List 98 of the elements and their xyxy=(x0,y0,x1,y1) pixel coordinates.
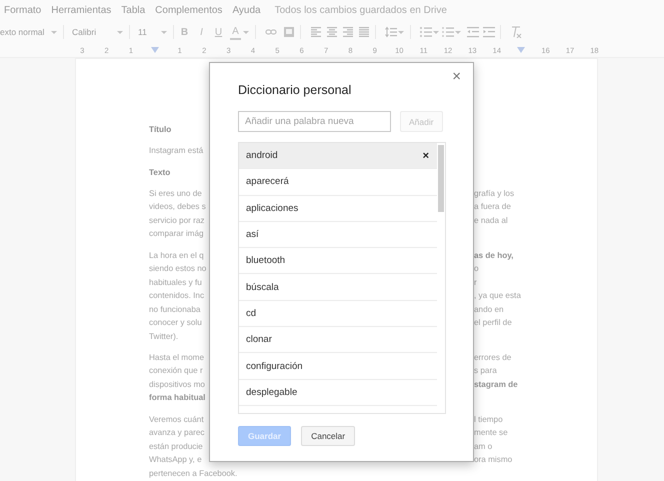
word-item[interactable]: bluetooth xyxy=(239,248,437,274)
word-item[interactable]: clonar xyxy=(239,327,437,354)
document-text: r xyxy=(474,278,477,287)
word-item[interactable]: así xyxy=(239,222,437,248)
save-status: Todos los cambios guardados en Drive xyxy=(274,5,447,16)
word-item[interactable]: configuración xyxy=(239,353,437,380)
word-item[interactable]: aplicaciones xyxy=(239,196,437,222)
word-text: así xyxy=(246,229,259,240)
document-text: , ya que esta xyxy=(474,291,521,300)
document-text: pertenecen a Facebook. xyxy=(149,468,238,478)
document-text: l tiempo xyxy=(474,414,503,424)
document-text: s para xyxy=(474,366,497,376)
increase-indent-icon[interactable] xyxy=(483,26,495,38)
caret-icon xyxy=(454,29,462,35)
style-dropdown[interactable]: exto normal xyxy=(0,24,58,40)
decrease-indent-icon[interactable] xyxy=(467,26,479,38)
document-text: el perfil de xyxy=(474,318,512,328)
bulleted-list-icon[interactable] xyxy=(442,26,454,38)
delete-button[interactable]: × xyxy=(422,150,429,162)
clear-formatting-icon[interactable] xyxy=(510,26,522,38)
document-text: están producie xyxy=(149,442,203,451)
caret-icon xyxy=(160,29,168,35)
bold-button[interactable]: B xyxy=(179,24,190,40)
document-text: stagram de xyxy=(474,380,518,389)
document-text: Si eres uno de xyxy=(149,188,202,198)
menu-item[interactable]: Tabla xyxy=(121,5,146,16)
document-text: WhatsApp y, e xyxy=(149,455,202,464)
font-size-dropdown[interactable]: 11 xyxy=(138,24,168,40)
document-text: avanza y parec xyxy=(149,428,205,438)
document-text: as de hoy, xyxy=(474,250,514,260)
caret-icon xyxy=(432,29,440,35)
word-text: android xyxy=(246,150,278,162)
caret-icon xyxy=(50,29,58,35)
document-text: a fuera de xyxy=(474,202,511,212)
word-item[interactable]: cd xyxy=(239,300,437,328)
align-left-icon[interactable] xyxy=(310,26,322,38)
comment-icon[interactable] xyxy=(283,26,295,38)
word-item[interactable]: aparecerá xyxy=(239,169,437,196)
document-text: mente se xyxy=(474,428,508,438)
menu-item[interactable]: Complementos xyxy=(155,5,222,16)
word-text: clonar xyxy=(246,334,272,346)
document-heading: Título xyxy=(149,125,172,134)
word-text: cd xyxy=(246,308,256,319)
word-text: desplegable xyxy=(246,386,298,398)
document-text: siendo estos no xyxy=(149,264,206,274)
document-text: dispositivos mo xyxy=(149,380,205,389)
word-text: aplicaciones xyxy=(246,202,298,214)
document-text: habituales y fu xyxy=(149,278,202,287)
dialog-title: Diccionario personal xyxy=(238,83,352,97)
word-text: aparecerá xyxy=(246,176,289,188)
caret-icon xyxy=(116,29,124,35)
cancel-button[interactable]: Cancelar xyxy=(301,426,356,446)
document-text: errores de xyxy=(474,352,512,362)
document-text: ora mismo xyxy=(474,455,512,464)
line-spacing-icon[interactable] xyxy=(385,26,397,38)
indent-marker-icon xyxy=(151,47,160,53)
document-text: contenidos. Inc xyxy=(149,291,204,300)
document-text: videos, debes s xyxy=(149,202,206,212)
document-text: forma habitual xyxy=(149,393,206,402)
word-item[interactable]: búscala xyxy=(239,274,437,301)
document-text: Instagram está xyxy=(149,146,204,156)
document-text: comparar imág xyxy=(149,229,204,238)
menu-item[interactable]: Formato xyxy=(4,5,42,16)
document-text: grafía y los xyxy=(474,188,514,198)
underline-button[interactable]: U xyxy=(213,24,224,40)
document-text: Veremos cuánt xyxy=(149,414,204,424)
document-heading: Texto xyxy=(149,168,170,177)
align-right-icon[interactable] xyxy=(342,26,354,38)
numbered-list-icon[interactable] xyxy=(420,26,432,38)
indent-marker-icon xyxy=(517,47,526,53)
align-center-icon[interactable] xyxy=(326,26,338,38)
font-dropdown[interactable]: Calibri xyxy=(72,24,124,40)
italic-button[interactable]: I xyxy=(196,24,207,40)
word-text: configuración xyxy=(246,360,303,372)
text-color-button[interactable]: A xyxy=(230,24,241,40)
document-text: am o xyxy=(474,442,492,451)
document-text: conexión que r xyxy=(149,366,203,376)
document-text: e nada al xyxy=(474,216,508,225)
document-text: Hasta el mome xyxy=(149,352,204,362)
justify-icon[interactable] xyxy=(358,26,370,38)
document-text: o xyxy=(474,264,479,274)
document-text: ando en xyxy=(474,304,504,314)
new-word-field[interactable]: Añadir una palabra nueva xyxy=(238,111,391,132)
word-item[interactable]: android × xyxy=(239,143,437,170)
document-text: Twitter). xyxy=(149,332,178,341)
document-text: La hora en el q xyxy=(149,250,204,260)
word-text: bluetooth xyxy=(246,255,286,266)
menu-item[interactable]: Ayuda xyxy=(232,5,261,16)
caret-icon xyxy=(242,29,250,35)
caret-icon xyxy=(397,29,405,35)
document-text: servicio por raz xyxy=(149,216,205,225)
document-text: conocer y solu xyxy=(149,318,202,328)
document-text: no funcionaba xyxy=(149,304,200,314)
menu-item[interactable]: Herramientas xyxy=(51,5,112,16)
close-button[interactable]: × xyxy=(450,69,463,85)
scrollbar-thumb[interactable] xyxy=(438,145,444,212)
word-text: búscala xyxy=(246,282,279,293)
word-item[interactable]: desplegable xyxy=(239,380,437,406)
